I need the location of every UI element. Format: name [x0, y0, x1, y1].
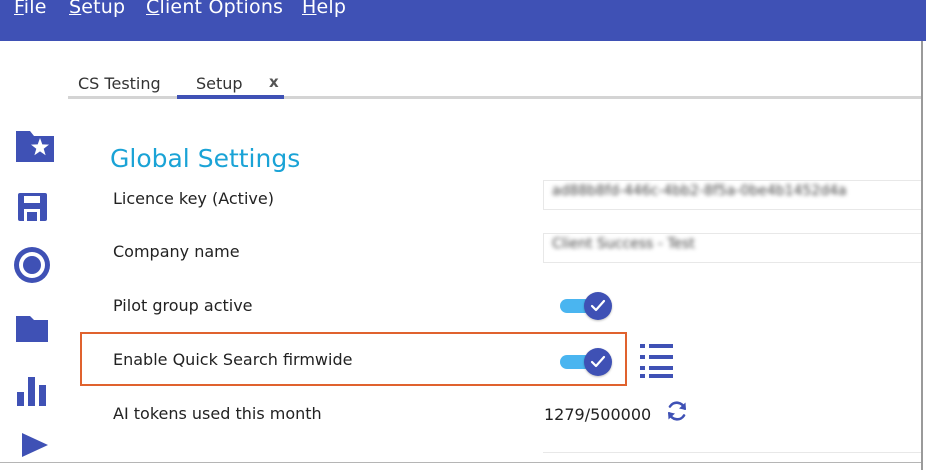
menu-client-options[interactable]: Client Options	[146, 0, 283, 18]
bar-chart-icon[interactable]	[14, 372, 56, 412]
ai-tokens-value: 1279/500000	[544, 405, 652, 424]
company-name-value: Client Success - Test	[552, 236, 695, 252]
active-tab-indicator	[177, 95, 284, 99]
menu-help[interactable]: Help	[302, 0, 346, 18]
pilot-group-toggle[interactable]	[560, 292, 612, 320]
refresh-icon[interactable]	[665, 399, 689, 427]
tab-setup[interactable]: Setup	[196, 74, 243, 93]
next-field-partial[interactable]	[543, 452, 921, 464]
play-icon[interactable]	[14, 428, 56, 468]
menu-setup[interactable]: Setup	[69, 0, 125, 18]
tab-cs-testing[interactable]: CS Testing	[78, 74, 161, 93]
star-folder-icon[interactable]	[14, 126, 56, 166]
window-right-border	[921, 41, 923, 470]
menu-file[interactable]: File	[14, 0, 47, 18]
save-icon[interactable]	[14, 188, 56, 228]
pilot-group-label: Pilot group active	[113, 296, 253, 315]
folder-icon[interactable]	[14, 308, 56, 348]
list-settings-icon[interactable]	[638, 342, 676, 384]
ai-tokens-label: AI tokens used this month	[113, 404, 322, 423]
licence-key-value: ad88b8fd-446c-4bb2-8f5a-0be4b1452d4a	[552, 183, 847, 199]
tab-close-button[interactable]: x	[269, 73, 279, 91]
company-name-label: Company name	[113, 242, 240, 261]
licence-key-field[interactable]: ad88b8fd-446c-4bb2-8f5a-0be4b1452d4a	[543, 180, 921, 210]
radio-record-icon[interactable]	[14, 244, 56, 284]
licence-key-label: Licence key (Active)	[113, 189, 274, 208]
checkmark-icon	[590, 299, 606, 312]
menu-bar: File Setup Client Options Help	[0, 0, 926, 41]
company-name-field[interactable]: Client Success - Test	[543, 233, 921, 263]
page-title: Global Settings	[110, 144, 301, 173]
toggle-knob	[584, 292, 612, 320]
highlight-box	[80, 332, 627, 386]
